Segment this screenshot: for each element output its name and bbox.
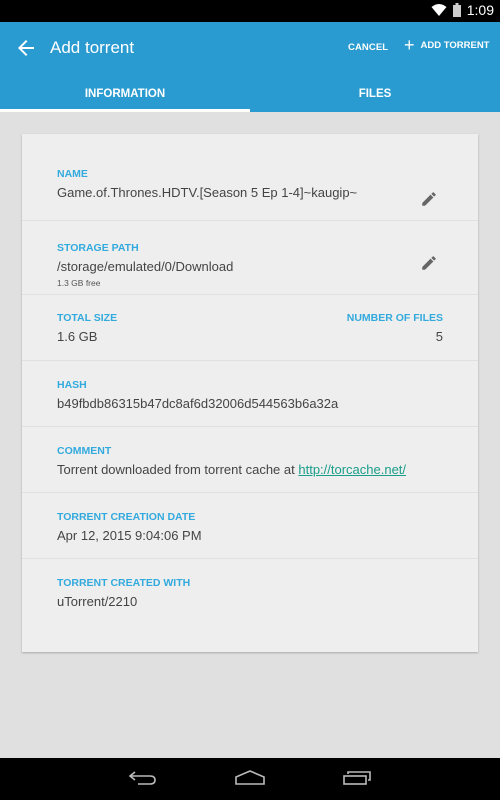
pencil-icon[interactable] <box>420 190 438 208</box>
comment-label: COMMENT <box>57 445 112 457</box>
total-size-label: TOTAL SIZE <box>57 312 118 324</box>
hash-label: HASH <box>57 379 87 391</box>
comment-value: Torrent downloaded from torrent cache at… <box>57 462 443 477</box>
content-area: NAME Game.of.Thrones.HDTV.[Season 5 Ep 1… <box>0 112 500 758</box>
created-with-value: uTorrent/2210 <box>57 594 138 609</box>
add-torrent-button[interactable]: + ADD TORRENT <box>404 35 490 55</box>
comment-section: COMMENT Torrent downloaded from torrent … <box>22 427 478 493</box>
navigation-bar <box>0 758 500 800</box>
tab-bar: INFORMATION FILES <box>0 74 500 112</box>
pencil-icon[interactable] <box>420 254 438 272</box>
clock: 1:09 <box>466 2 494 18</box>
name-label: NAME <box>57 168 88 180</box>
home-icon[interactable] <box>234 768 266 788</box>
size-section: TOTAL SIZE 1.6 GB NUMBER OF FILES 5 <box>22 295 478 361</box>
info-card: NAME Game.of.Thrones.HDTV.[Season 5 Ep 1… <box>22 134 478 652</box>
storage-label: STORAGE PATH <box>57 242 139 254</box>
page-title: Add torrent <box>50 38 135 57</box>
hash-section: HASH b49fbdb86315b47dc8af6d32006d544563b… <box>22 361 478 427</box>
tab-files[interactable]: FILES <box>250 74 500 112</box>
creation-date-label: TORRENT CREATION DATE <box>57 511 196 523</box>
created-with-label: TORRENT CREATED WITH <box>57 577 191 589</box>
tab-information[interactable]: INFORMATION <box>0 74 250 112</box>
creation-date-section: TORRENT CREATION DATE Apr 12, 2015 9:04:… <box>22 493 478 559</box>
num-files-value: 5 <box>435 329 443 344</box>
created-with-section: TORRENT CREATED WITH uTorrent/2210 <box>22 559 478 639</box>
comment-link[interactable]: http://torcache.net/ <box>298 462 406 477</box>
wifi-icon <box>431 4 447 16</box>
storage-section: STORAGE PATH /storage/emulated/0/Downloa… <box>22 221 478 295</box>
storage-free: 1.3 GB free <box>57 278 101 288</box>
toolbar: Add torrent CANCEL + ADD TORRENT <box>0 22 500 74</box>
cancel-button[interactable]: CANCEL <box>348 42 388 53</box>
total-size-value: 1.6 GB <box>57 329 98 344</box>
app-bar: Add torrent CANCEL + ADD TORRENT INFORMA… <box>0 22 500 112</box>
comment-text: Torrent downloaded from torrent cache at <box>57 462 299 477</box>
creation-date-value: Apr 12, 2015 9:04:06 PM <box>57 528 202 543</box>
status-bar: 1:09 <box>0 0 500 22</box>
hash-value: b49fbdb86315b47dc8af6d32006d544563b6a32a <box>57 396 339 411</box>
arrow-left-icon[interactable] <box>14 36 38 60</box>
num-files-label: NUMBER OF FILES <box>346 312 443 324</box>
battery-icon <box>452 3 461 17</box>
name-section: NAME Game.of.Thrones.HDTV.[Season 5 Ep 1… <box>22 134 478 221</box>
plus-icon: + <box>404 35 415 55</box>
add-torrent-label: ADD TORRENT <box>420 39 490 51</box>
name-value: Game.of.Thrones.HDTV.[Season 5 Ep 1-4]~k… <box>57 185 358 200</box>
storage-value: /storage/emulated/0/Download <box>57 259 234 274</box>
back-nav-icon[interactable] <box>128 768 158 788</box>
recents-icon[interactable] <box>342 768 372 788</box>
